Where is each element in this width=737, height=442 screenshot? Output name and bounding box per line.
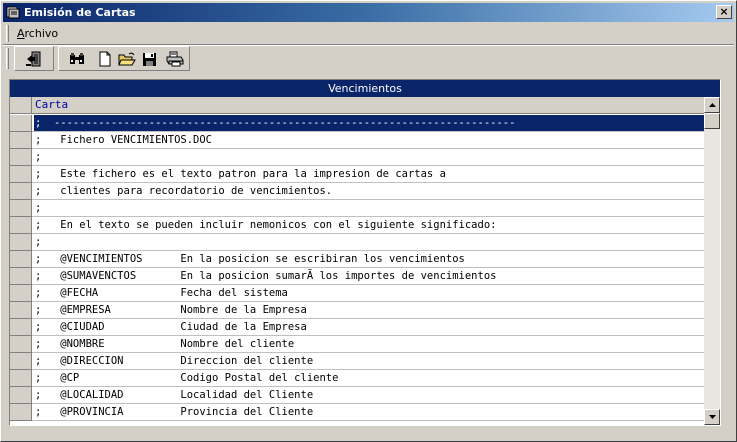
table-row[interactable]: ; Este fichero es el texto patron para l… bbox=[10, 166, 704, 183]
exit-door-icon bbox=[26, 51, 41, 67]
toolbar bbox=[3, 46, 734, 72]
save-disk-icon bbox=[142, 52, 156, 66]
carta-cell[interactable]: ; @VENCIMIENTOS En la posicion se escrib… bbox=[34, 251, 704, 267]
table-row[interactable]: ; @VENCIMIENTOS En la posicion se escrib… bbox=[10, 251, 704, 268]
close-button[interactable]: × bbox=[716, 5, 732, 19]
carta-cell[interactable]: ; @PROVINCIA Provincia del Cliente bbox=[34, 404, 704, 420]
binoculars-icon bbox=[70, 53, 84, 64]
open-button[interactable] bbox=[117, 50, 137, 68]
row-selector[interactable] bbox=[10, 336, 32, 353]
table-row[interactable]: ; @FECHA Fecha del sistema bbox=[10, 285, 704, 302]
title-bar[interactable]: Emisión de Cartas × bbox=[3, 3, 734, 22]
table-row[interactable]: ; @DIRECCION Direccion del cliente bbox=[10, 353, 704, 370]
carta-cell[interactable]: ; Este fichero es el texto patron para l… bbox=[34, 166, 704, 182]
menu-bar: Archivo bbox=[3, 24, 734, 44]
toolbar-grip[interactable] bbox=[6, 48, 9, 69]
table-row[interactable]: ; bbox=[10, 234, 704, 251]
table-row[interactable]: ; bbox=[10, 149, 704, 166]
exit-button[interactable] bbox=[24, 50, 44, 68]
carta-cell[interactable]: ; bbox=[34, 234, 704, 250]
carta-cell[interactable]: ; bbox=[34, 200, 704, 216]
toolbar-group-tools bbox=[58, 46, 190, 71]
app-icon bbox=[6, 5, 20, 19]
carta-cell[interactable]: ; bbox=[34, 149, 704, 165]
row-selector[interactable] bbox=[10, 404, 32, 421]
carta-cell[interactable]: ; @NOMBRE Nombre del cliente bbox=[34, 336, 704, 352]
row-selector[interactable] bbox=[10, 166, 32, 183]
table-row[interactable]: ; @CP Codigo Postal del cliente bbox=[10, 370, 704, 387]
row-selector[interactable] bbox=[10, 353, 32, 370]
grid-caption: Vencimientos bbox=[10, 80, 720, 97]
table-row[interactable]: ; Fichero VENCIMIENTOS.DOC bbox=[10, 132, 704, 149]
vertical-scrollbar[interactable] bbox=[704, 97, 720, 425]
table-row[interactable]: ; @LOCALIDAD Localidad del Cliente bbox=[10, 387, 704, 404]
vencimientos-grid[interactable]: Vencimientos Carta ; -------------------… bbox=[9, 79, 721, 426]
column-header-carta[interactable]: Carta bbox=[33, 97, 68, 113]
grid-header: Carta bbox=[10, 97, 704, 114]
search-button[interactable] bbox=[67, 50, 87, 68]
row-selector[interactable] bbox=[10, 149, 32, 166]
print-button[interactable] bbox=[165, 50, 185, 68]
table-row[interactable]: ; clientes para recordatorio de vencimie… bbox=[10, 183, 704, 200]
scroll-up-button[interactable] bbox=[704, 97, 720, 113]
row-selector[interactable] bbox=[10, 183, 32, 200]
table-row[interactable]: ; bbox=[10, 200, 704, 217]
table-row[interactable]: ; En el texto se pueden incluir nemonico… bbox=[10, 217, 704, 234]
row-selector[interactable] bbox=[10, 200, 32, 217]
carta-cell[interactable]: ; --------------------------------------… bbox=[34, 115, 704, 131]
carta-cell[interactable]: ; @CP Codigo Postal del cliente bbox=[34, 370, 704, 386]
row-selector[interactable] bbox=[10, 285, 32, 302]
table-row[interactable]: ; @PROVINCIA Provincia del Cliente bbox=[10, 404, 704, 421]
carta-cell[interactable]: ; @FECHA Fecha del sistema bbox=[34, 285, 704, 301]
new-document-icon bbox=[99, 51, 111, 67]
open-folder-icon bbox=[118, 52, 136, 65]
carta-cell[interactable]: ; Fichero VENCIMIENTOS.DOC bbox=[34, 132, 704, 148]
carta-cell[interactable]: ; @DIRECCION Direccion del cliente bbox=[34, 353, 704, 369]
row-selector[interactable] bbox=[10, 387, 32, 404]
row-selector[interactable] bbox=[10, 217, 32, 234]
scroll-down-button[interactable] bbox=[704, 409, 720, 425]
menu-archivo-mnemonic: A bbox=[17, 27, 25, 40]
row-selector[interactable] bbox=[10, 319, 32, 336]
print-preview-icon bbox=[166, 51, 184, 67]
carta-cell[interactable]: ; @LOCALIDAD Localidad del Cliente bbox=[34, 387, 704, 403]
window-title: Emisión de Cartas bbox=[24, 6, 136, 19]
menubar-grip[interactable] bbox=[6, 25, 9, 42]
carta-cell[interactable]: ; @EMPRESA Nombre de la Empresa bbox=[34, 302, 704, 318]
table-row[interactable]: ; @EMPRESA Nombre de la Empresa bbox=[10, 302, 704, 319]
scroll-thumb[interactable] bbox=[704, 113, 720, 129]
carta-cell[interactable]: ; clientes para recordatorio de vencimie… bbox=[34, 183, 704, 199]
arrow-down-icon bbox=[708, 415, 716, 419]
row-selector[interactable] bbox=[10, 234, 32, 251]
new-button[interactable] bbox=[95, 50, 115, 68]
table-row[interactable]: ; @CIUDAD Ciudad de la Empresa bbox=[10, 319, 704, 336]
arrow-up-icon bbox=[708, 103, 716, 107]
close-icon: × bbox=[719, 5, 729, 18]
carta-cell[interactable]: ; @SUMAVENCTOS En la posicion sumarÃ los… bbox=[34, 268, 704, 284]
main-window: Emisión de Cartas × Archivo Vencimientos… bbox=[0, 0, 737, 442]
carta-cell[interactable]: ; En el texto se pueden incluir nemonico… bbox=[34, 217, 704, 233]
row-selector[interactable] bbox=[10, 251, 32, 268]
table-row[interactable]: ; @NOMBRE Nombre del cliente bbox=[10, 336, 704, 353]
toolbar-group-exit bbox=[14, 46, 54, 71]
row-selector[interactable] bbox=[10, 370, 32, 387]
menu-archivo[interactable]: Archivo bbox=[17, 27, 58, 40]
grid-rows: ; --------------------------------------… bbox=[10, 115, 704, 425]
row-selector[interactable] bbox=[10, 132, 32, 149]
carta-cell[interactable]: ; @CIUDAD Ciudad de la Empresa bbox=[34, 319, 704, 335]
table-row[interactable]: ; @SUMAVENCTOS En la posicion sumarÃ los… bbox=[10, 268, 704, 285]
row-selector[interactable] bbox=[10, 115, 32, 132]
grid-corner bbox=[10, 97, 32, 113]
row-selector[interactable] bbox=[10, 302, 32, 319]
table-row[interactable]: ; --------------------------------------… bbox=[10, 115, 704, 132]
save-button[interactable] bbox=[139, 50, 159, 68]
row-selector[interactable] bbox=[10, 268, 32, 285]
menu-archivo-label: rchivo bbox=[24, 27, 59, 40]
